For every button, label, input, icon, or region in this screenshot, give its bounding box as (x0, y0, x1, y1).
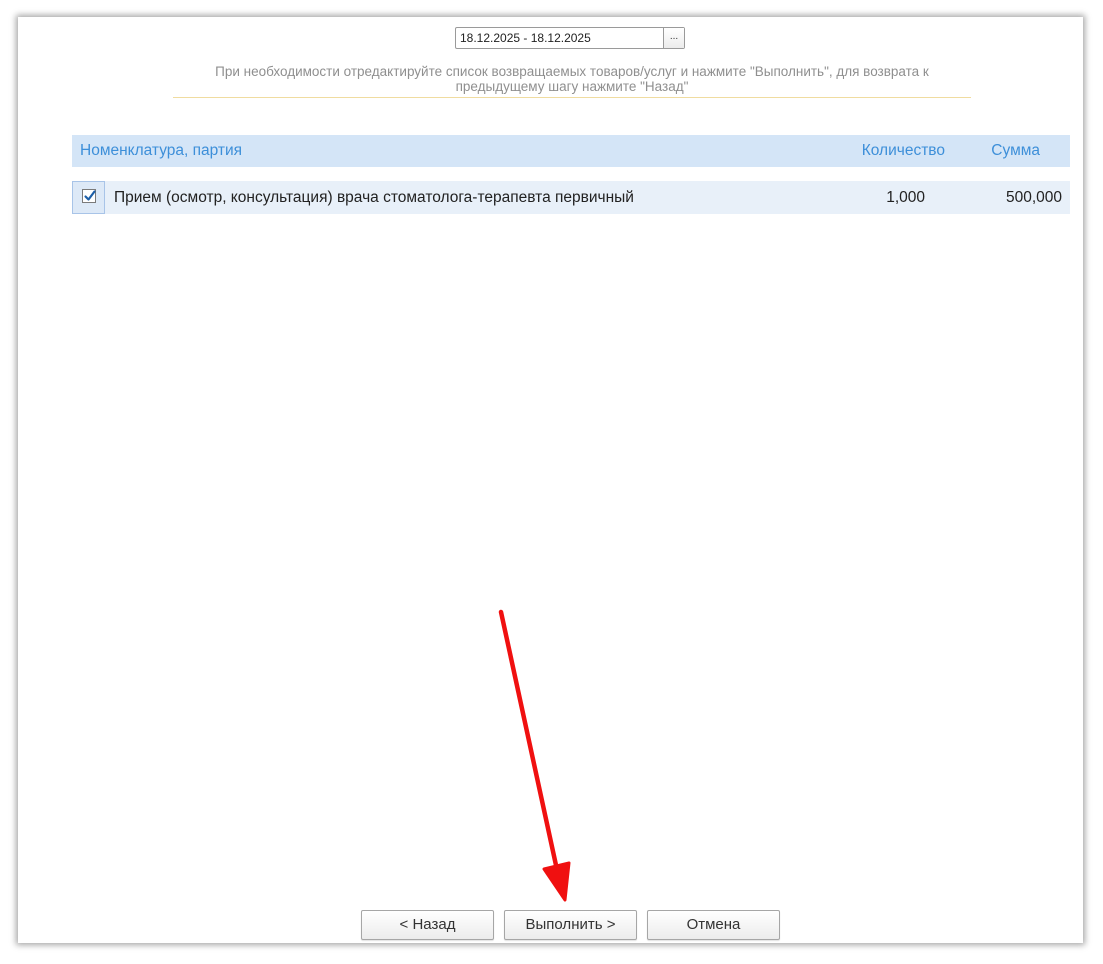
hint-text: При необходимости отредактируйте список … (173, 64, 971, 98)
column-header-quantity[interactable]: Количество (862, 135, 945, 167)
period-input[interactable] (456, 28, 665, 48)
period-picker-button[interactable]: ... (663, 28, 684, 48)
checkmark-icon (84, 190, 96, 201)
row-name: Прием (осмотр, консультация) врача стома… (114, 189, 634, 206)
cancel-button[interactable]: Отмена (647, 910, 780, 940)
row-checkbox-cell[interactable] (72, 181, 105, 214)
row-sum: 500,000 (1005, 189, 1062, 206)
period-field[interactable]: ... (455, 27, 685, 49)
back-button[interactable]: < Назад (361, 910, 494, 940)
table-row[interactable]: Прием (осмотр, консультация) врача стома… (72, 181, 1070, 214)
table-header: Номенклатура, партия Количество Сумма (72, 135, 1070, 167)
wizard-window: ... При необходимости отредактируйте спи… (18, 17, 1083, 943)
row-quantity: 1,000 (886, 189, 925, 206)
column-header-sum[interactable]: Сумма (991, 135, 1040, 167)
column-header-name[interactable]: Номенклатура, партия (80, 135, 242, 167)
button-bar: < Назад Выполнить > Отмена (18, 910, 1083, 940)
row-checkbox[interactable] (82, 189, 96, 203)
run-button[interactable]: Выполнить > (504, 910, 637, 940)
